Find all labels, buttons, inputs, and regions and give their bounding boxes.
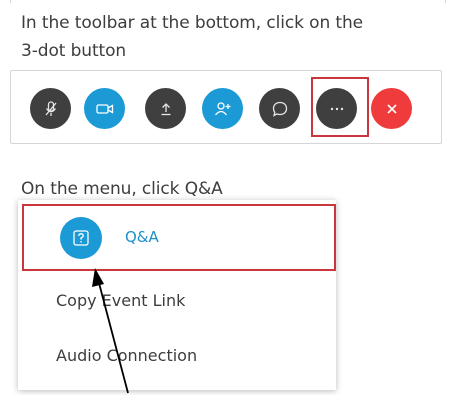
instruction-line-1: In the toolbar at the bottom, click on t… bbox=[21, 13, 364, 33]
screenshot-frame bbox=[10, 0, 446, 3]
menu-item-qa[interactable]: Q&A bbox=[22, 204, 336, 271]
menu-item-audio-connection-label: Audio Connection bbox=[56, 346, 198, 365]
chat-button[interactable] bbox=[259, 88, 300, 129]
question-icon bbox=[73, 230, 89, 246]
more-button-highlight-box bbox=[311, 77, 369, 137]
menu-item-copy-event-link-label: Copy Event Link bbox=[56, 291, 186, 310]
participants-add-icon bbox=[214, 101, 230, 115]
more-options-menu: Q&A Copy Event Link Audio Connection bbox=[18, 200, 336, 390]
microphone-muted-icon bbox=[45, 100, 56, 116]
mute-button[interactable] bbox=[30, 88, 71, 129]
leave-button[interactable] bbox=[371, 88, 412, 129]
menu-item-qa-label: Q&A bbox=[125, 228, 159, 246]
participants-button[interactable] bbox=[202, 88, 243, 129]
close-x-icon bbox=[386, 103, 397, 114]
share-upload-icon bbox=[161, 102, 170, 115]
video-camera-icon bbox=[95, 103, 113, 114]
share-button[interactable] bbox=[145, 88, 186, 129]
instruction-line-3: On the menu, click Q&A bbox=[21, 179, 223, 199]
menu-item-audio-connection[interactable]: Audio Connection bbox=[18, 331, 336, 381]
menu-item-copy-event-link[interactable]: Copy Event Link bbox=[18, 276, 336, 326]
video-button[interactable] bbox=[84, 88, 125, 129]
chat-bubble-icon bbox=[272, 101, 287, 117]
qa-icon-button bbox=[60, 217, 102, 259]
instruction-line-2: 3-dot button bbox=[21, 41, 127, 61]
meeting-toolbar bbox=[10, 70, 442, 144]
